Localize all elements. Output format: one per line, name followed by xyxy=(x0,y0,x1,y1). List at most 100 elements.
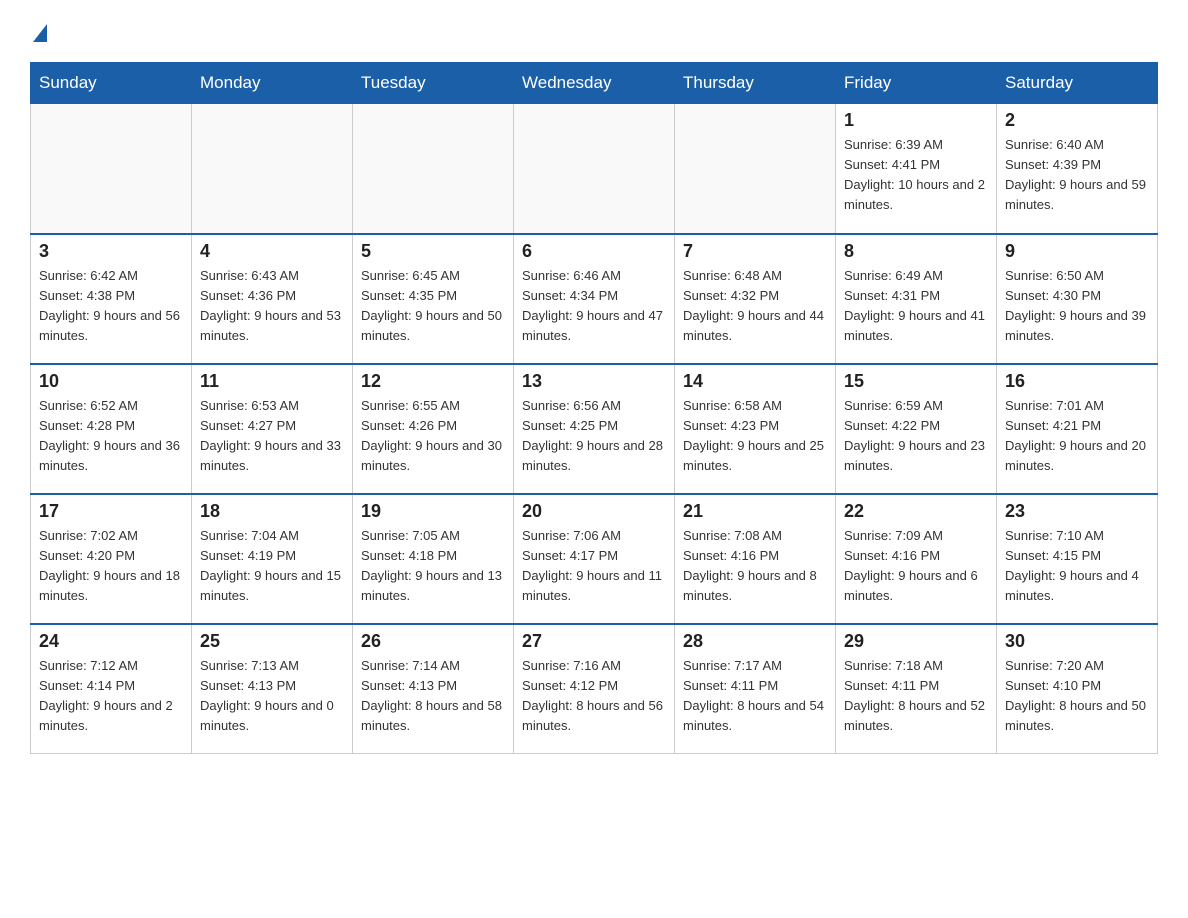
day-number: 24 xyxy=(39,631,183,652)
day-number: 19 xyxy=(361,501,505,522)
day-info: Sunrise: 6:53 AM Sunset: 4:27 PM Dayligh… xyxy=(200,396,344,477)
day-number: 23 xyxy=(1005,501,1149,522)
calendar-week-1: 1 Sunrise: 6:39 AM Sunset: 4:41 PM Daylig… xyxy=(31,104,1158,234)
calendar-cell-16: 16 Sunrise: 7:01 AM Sunset: 4:21 PM Dayli… xyxy=(997,364,1158,494)
day-info: Sunrise: 6:42 AM Sunset: 4:38 PM Dayligh… xyxy=(39,266,183,347)
calendar-table: SundayMondayTuesdayWednesdayThursdayFrid… xyxy=(30,62,1158,754)
calendar-cell-2: 2 Sunrise: 6:40 AM Sunset: 4:39 PM Daylig… xyxy=(997,104,1158,234)
weekday-header-saturday: Saturday xyxy=(997,63,1158,104)
weekday-header-friday: Friday xyxy=(836,63,997,104)
logo xyxy=(30,20,48,42)
day-info: Sunrise: 6:46 AM Sunset: 4:34 PM Dayligh… xyxy=(522,266,666,347)
weekday-header-thursday: Thursday xyxy=(675,63,836,104)
calendar-cell-29: 29 Sunrise: 7:18 AM Sunset: 4:11 PM Dayli… xyxy=(836,624,997,754)
weekday-header-sunday: Sunday xyxy=(31,63,192,104)
day-number: 22 xyxy=(844,501,988,522)
calendar-week-4: 17 Sunrise: 7:02 AM Sunset: 4:20 PM Dayli… xyxy=(31,494,1158,624)
calendar-cell-23: 23 Sunrise: 7:10 AM Sunset: 4:15 PM Dayli… xyxy=(997,494,1158,624)
calendar-cell-22: 22 Sunrise: 7:09 AM Sunset: 4:16 PM Dayli… xyxy=(836,494,997,624)
day-number: 11 xyxy=(200,371,344,392)
weekday-header-tuesday: Tuesday xyxy=(353,63,514,104)
calendar-cell-30: 30 Sunrise: 7:20 AM Sunset: 4:10 PM Dayli… xyxy=(997,624,1158,754)
calendar-cell-3: 3 Sunrise: 6:42 AM Sunset: 4:38 PM Daylig… xyxy=(31,234,192,364)
day-info: Sunrise: 7:09 AM Sunset: 4:16 PM Dayligh… xyxy=(844,526,988,607)
day-info: Sunrise: 7:14 AM Sunset: 4:13 PM Dayligh… xyxy=(361,656,505,737)
day-info: Sunrise: 7:08 AM Sunset: 4:16 PM Dayligh… xyxy=(683,526,827,607)
day-number: 2 xyxy=(1005,110,1149,131)
day-info: Sunrise: 7:04 AM Sunset: 4:19 PM Dayligh… xyxy=(200,526,344,607)
calendar-cell-4: 4 Sunrise: 6:43 AM Sunset: 4:36 PM Daylig… xyxy=(192,234,353,364)
calendar-cell-20: 20 Sunrise: 7:06 AM Sunset: 4:17 PM Dayli… xyxy=(514,494,675,624)
calendar-cell-25: 25 Sunrise: 7:13 AM Sunset: 4:13 PM Dayli… xyxy=(192,624,353,754)
day-number: 17 xyxy=(39,501,183,522)
day-number: 20 xyxy=(522,501,666,522)
calendar-cell-11: 11 Sunrise: 6:53 AM Sunset: 4:27 PM Dayli… xyxy=(192,364,353,494)
day-number: 12 xyxy=(361,371,505,392)
day-info: Sunrise: 6:39 AM Sunset: 4:41 PM Dayligh… xyxy=(844,135,988,216)
calendar-cell-15: 15 Sunrise: 6:59 AM Sunset: 4:22 PM Dayli… xyxy=(836,364,997,494)
calendar-cell-5: 5Sunrise: 6:45 AM Sunset: 4:35 PM Daylig… xyxy=(353,234,514,364)
calendar-cell-17: 17 Sunrise: 7:02 AM Sunset: 4:20 PM Dayli… xyxy=(31,494,192,624)
day-info: Sunrise: 7:18 AM Sunset: 4:11 PM Dayligh… xyxy=(844,656,988,737)
day-number: 25 xyxy=(200,631,344,652)
logo-triangle-icon xyxy=(33,24,47,42)
day-info: Sunrise: 7:06 AM Sunset: 4:17 PM Dayligh… xyxy=(522,526,666,607)
day-info: Sunrise: 7:10 AM Sunset: 4:15 PM Dayligh… xyxy=(1005,526,1149,607)
day-info: Sunrise: 6:52 AM Sunset: 4:28 PM Dayligh… xyxy=(39,396,183,477)
day-info: Sunrise: 7:20 AM Sunset: 4:10 PM Dayligh… xyxy=(1005,656,1149,737)
day-info: Sunrise: 7:17 AM Sunset: 4:11 PM Dayligh… xyxy=(683,656,827,737)
day-info: Sunrise: 6:43 AM Sunset: 4:36 PM Dayligh… xyxy=(200,266,344,347)
calendar-cell-21: 21 Sunrise: 7:08 AM Sunset: 4:16 PM Dayli… xyxy=(675,494,836,624)
day-info: Sunrise: 7:13 AM Sunset: 4:13 PM Dayligh… xyxy=(200,656,344,737)
calendar-cell-8: 8Sunrise: 6:49 AM Sunset: 4:31 PM Daylig… xyxy=(836,234,997,364)
calendar-cell-13: 13 Sunrise: 6:56 AM Sunset: 4:25 PM Dayli… xyxy=(514,364,675,494)
day-number: 28 xyxy=(683,631,827,652)
day-info: Sunrise: 7:01 AM Sunset: 4:21 PM Dayligh… xyxy=(1005,396,1149,477)
calendar-cell-12: 12 Sunrise: 6:55 AM Sunset: 4:26 PM Dayli… xyxy=(353,364,514,494)
day-info: Sunrise: 6:55 AM Sunset: 4:26 PM Dayligh… xyxy=(361,396,505,477)
day-number: 16 xyxy=(1005,371,1149,392)
calendar-cell-empty xyxy=(31,104,192,234)
day-number: 8 xyxy=(844,241,988,262)
day-info: Sunrise: 7:05 AM Sunset: 4:18 PM Dayligh… xyxy=(361,526,505,607)
day-number: 14 xyxy=(683,371,827,392)
day-number: 15 xyxy=(844,371,988,392)
day-number: 4 xyxy=(200,241,344,262)
calendar-cell-28: 28 Sunrise: 7:17 AM Sunset: 4:11 PM Dayli… xyxy=(675,624,836,754)
calendar-week-3: 10 Sunrise: 6:52 AM Sunset: 4:28 PM Dayli… xyxy=(31,364,1158,494)
day-info: Sunrise: 6:40 AM Sunset: 4:39 PM Dayligh… xyxy=(1005,135,1149,216)
calendar-cell-6: 6 Sunrise: 6:46 AM Sunset: 4:34 PM Daylig… xyxy=(514,234,675,364)
day-number: 7 xyxy=(683,241,827,262)
weekday-header-monday: Monday xyxy=(192,63,353,104)
calendar-cell-empty xyxy=(675,104,836,234)
day-info: Sunrise: 6:59 AM Sunset: 4:22 PM Dayligh… xyxy=(844,396,988,477)
day-number: 26 xyxy=(361,631,505,652)
day-number: 5 xyxy=(361,241,505,262)
calendar-week-2: 3 Sunrise: 6:42 AM Sunset: 4:38 PM Daylig… xyxy=(31,234,1158,364)
calendar-cell-empty xyxy=(353,104,514,234)
day-info: Sunrise: 6:58 AM Sunset: 4:23 PM Dayligh… xyxy=(683,396,827,477)
day-number: 18 xyxy=(200,501,344,522)
day-info: Sunrise: 7:12 AM Sunset: 4:14 PM Dayligh… xyxy=(39,656,183,737)
day-info: Sunrise: 6:56 AM Sunset: 4:25 PM Dayligh… xyxy=(522,396,666,477)
weekday-header-wednesday: Wednesday xyxy=(514,63,675,104)
day-number: 21 xyxy=(683,501,827,522)
calendar-week-5: 24 Sunrise: 7:12 AM Sunset: 4:14 PM Dayli… xyxy=(31,624,1158,754)
day-number: 30 xyxy=(1005,631,1149,652)
day-number: 9 xyxy=(1005,241,1149,262)
calendar-cell-1: 1 Sunrise: 6:39 AM Sunset: 4:41 PM Daylig… xyxy=(836,104,997,234)
calendar-cell-10: 10 Sunrise: 6:52 AM Sunset: 4:28 PM Dayli… xyxy=(31,364,192,494)
day-info: Sunrise: 7:02 AM Sunset: 4:20 PM Dayligh… xyxy=(39,526,183,607)
calendar-cell-empty xyxy=(192,104,353,234)
calendar-cell-14: 14 Sunrise: 6:58 AM Sunset: 4:23 PM Dayli… xyxy=(675,364,836,494)
calendar-cell-19: 19 Sunrise: 7:05 AM Sunset: 4:18 PM Dayli… xyxy=(353,494,514,624)
day-number: 1 xyxy=(844,110,988,131)
calendar-cell-18: 18 Sunrise: 7:04 AM Sunset: 4:19 PM Dayli… xyxy=(192,494,353,624)
day-info: Sunrise: 7:16 AM Sunset: 4:12 PM Dayligh… xyxy=(522,656,666,737)
day-number: 6 xyxy=(522,241,666,262)
day-number: 10 xyxy=(39,371,183,392)
weekday-header-row: SundayMondayTuesdayWednesdayThursdayFrid… xyxy=(31,63,1158,104)
day-number: 3 xyxy=(39,241,183,262)
day-number: 29 xyxy=(844,631,988,652)
day-number: 13 xyxy=(522,371,666,392)
